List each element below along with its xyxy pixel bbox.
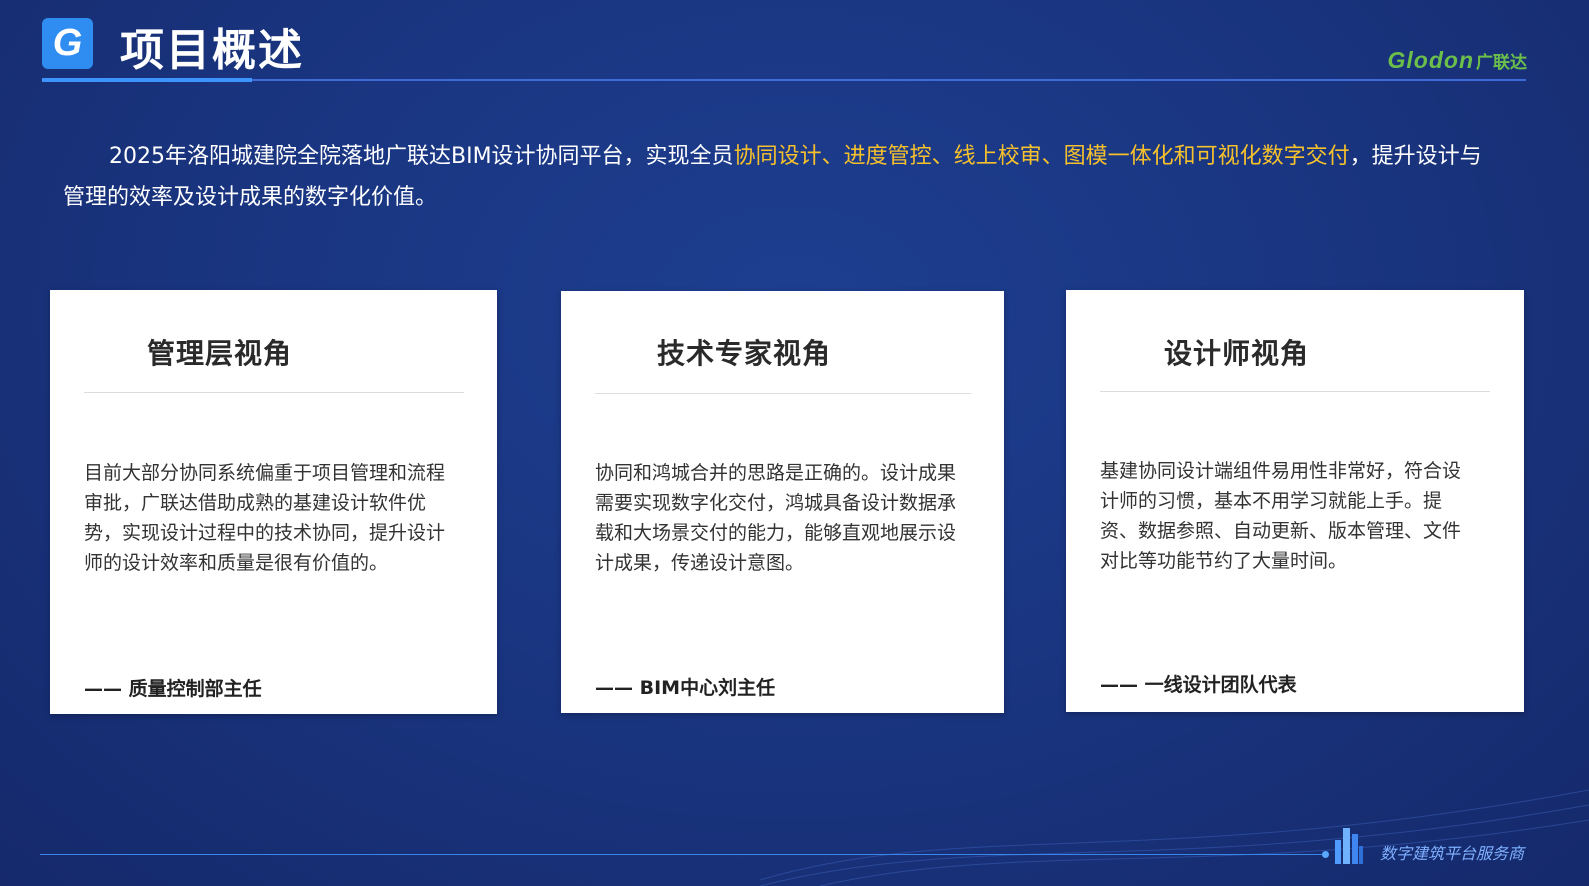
page-title: 项目概述 [120,25,304,76]
brand-name-en: Glodon [1387,47,1474,73]
card-tech-expert: 技术专家视角 协同和鸿城合并的思路是正确的。设计成果需要实现数字化交付，鸿城具备… [561,291,1004,713]
header-divider-accent [42,78,252,82]
card-title: 管理层视角 [147,337,293,370]
card-body: 协同和鸿城合并的思路是正确的。设计成果需要实现数字化交付，鸿城具备设计数据承载和… [595,462,957,574]
card-body: 目前大部分协同系统偏重于项目管理和流程审批，广联达借助成熟的基建设计软件优势，实… [84,462,446,574]
card-signature: —— 一线设计团队代表 [1100,674,1297,696]
card-signature: —— 质量控制部主任 [84,678,262,700]
glodon-logo-icon: G [42,18,93,69]
card-body: 基建协同设计端组件易用性非常好，符合设计师的习惯，基本不用学习就能上手。提资、数… [1100,460,1462,572]
brand-logo: Glodon 广联达 [1388,47,1527,74]
intro-text-before: 2025年洛阳城建院全院落地广联达BIM设计协同平台，实现全员 [109,144,734,169]
header-divider [42,79,1526,81]
card-management: 管理层视角 目前大部分协同系统偏重于项目管理和流程审批，广联达借助成熟的基建设计… [50,290,497,714]
decorative-wave [760,789,1589,886]
card-title: 技术专家视角 [657,337,832,370]
card-title: 设计师视角 [1164,337,1310,370]
card-divider [1100,391,1490,392]
footer-tagline: 数字建筑平台服务商 [1379,844,1524,863]
footer-divider [40,854,1325,855]
card-signature: —— BIM中心刘主任 [595,677,776,699]
card-divider [595,393,971,394]
card-divider [84,392,464,393]
building-icon [1335,828,1363,864]
card-designer: 设计师视角 基建协同设计端组件易用性非常好，符合设计师的习惯，基本不用学习就能上… [1066,290,1524,712]
logo-letter: G [52,22,83,64]
brand-name-cn: 广联达 [1476,53,1527,73]
footer-divider-dot [1322,851,1329,858]
intro-highlight: 协同设计、进度管控、线上校审、图模一体化和可视化数字交付 [733,144,1350,169]
intro-paragraph: 2025年洛阳城建院全院落地广联达BIM设计协同平台，实现全员协同设计、进度管控… [63,136,1483,218]
